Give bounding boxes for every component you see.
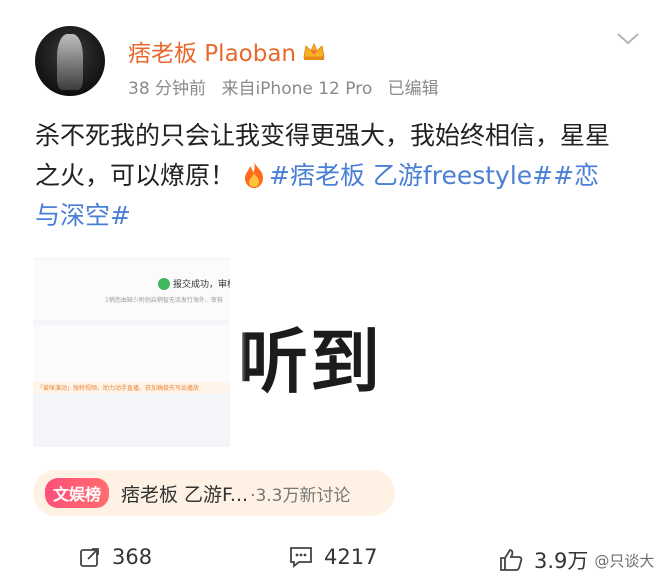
hashtag-link[interactable]: #痞老板 乙游freestyle#: [269, 161, 553, 190]
crown-icon: [303, 42, 325, 60]
caption-fade: [230, 312, 246, 392]
comment-count: 4217: [324, 545, 378, 569]
topic-count: ·3.3万新讨论: [250, 485, 351, 506]
success-check-icon: [158, 278, 170, 290]
avatar-figure: [57, 34, 83, 90]
repost-button[interactable]: 368: [78, 545, 152, 569]
watermark: @只谈大事: [594, 551, 655, 570]
thumbs-up-icon: [500, 549, 523, 571]
like-button[interactable]: 3.9万 @只谈大事: [498, 545, 655, 575]
thumb-success-text: 报交成功，审核: [173, 280, 230, 290]
post-meta: 38 分钟前 来自iPhone 12 Pro 已编辑: [128, 74, 439, 99]
repost-icon: [80, 548, 99, 567]
video-caption: 听到: [238, 321, 382, 403]
thumb-strip: [33, 325, 230, 385]
author-name-row[interactable]: 痞老板 Plaoban: [128, 34, 326, 68]
author-avatar[interactable]: [35, 26, 105, 96]
post-image[interactable]: 报交成功，审核 1稍您由缺少附创启稍智无流发行海外、审核 「爱咪演动」独特视频、…: [33, 250, 230, 447]
thumb-top: [33, 250, 230, 258]
like-count: 3.9万: [534, 549, 589, 573]
thumb-banner-text: 「爱咪演动」独特视频、助力动手直播、获加稿极失写出播放: [37, 385, 200, 392]
chevron-down-icon[interactable]: [614, 28, 642, 48]
post-source: 来自iPhone 12 Pro: [221, 79, 373, 99]
thumb-note-text: 1稍您由缺少附创启稍智无流发行海外、审核: [105, 297, 223, 304]
post-edited: 已编辑: [387, 79, 439, 99]
comment-button[interactable]: 4217: [288, 545, 377, 569]
author-name[interactable]: 痞老板 Plaoban: [128, 34, 296, 68]
post-content: 杀不死我的只会让我变得更强大，我始终相信，星星之火，可以燎原！ #痞老板 乙游f…: [35, 116, 615, 236]
fire-emoji: [245, 161, 264, 188]
action-bar: 368 4217 3.9万 @只谈大事: [0, 545, 655, 585]
topic-badge: 文娱榜: [45, 478, 110, 508]
repost-count: 368: [112, 545, 153, 569]
topic-pill[interactable]: 文娱榜 痞老板 乙游F... ·3.3万新讨论: [33, 470, 395, 516]
post-time: 38 分钟前: [128, 79, 207, 99]
thumb-card: [33, 260, 230, 320]
comment-icon: [290, 547, 312, 568]
topic-title: 痞老板 乙游F...: [121, 483, 249, 506]
